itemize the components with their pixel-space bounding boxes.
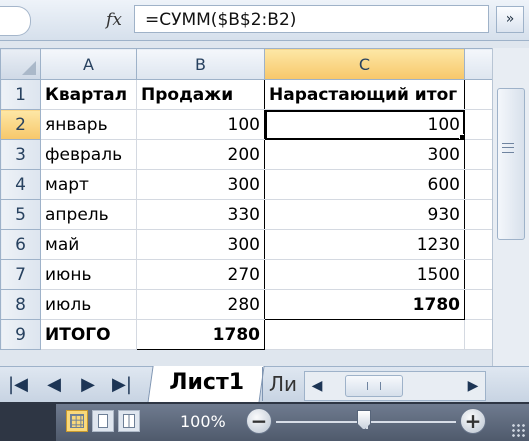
name-box[interactable] [0, 6, 31, 36]
formula-bar: fx =СУММ($B$2:B2) » [0, 0, 529, 41]
cell-a6[interactable]: май [40, 229, 137, 260]
zoom-slider-handle[interactable] [357, 410, 371, 430]
select-all-corner[interactable] [0, 48, 41, 80]
zoom-in-icon[interactable]: + [460, 408, 486, 434]
resize-grip-icon[interactable] [511, 423, 525, 437]
cell-d7[interactable] [464, 259, 493, 290]
column-header-b[interactable]: B [136, 48, 265, 80]
spreadsheet-window: fx =СУММ($B$2:B2) » A B C 1 Квартал Прод… [0, 0, 529, 441]
scroll-prev-icon[interactable]: ◀ [38, 367, 70, 403]
horizontal-scrollbar[interactable]: ◀ ▶ [304, 371, 486, 401]
row-header[interactable]: 2 [0, 109, 41, 140]
table-row: 4 март 300 600 [0, 169, 493, 200]
vertical-scroll-thumb[interactable] [497, 88, 525, 240]
row-header[interactable]: 4 [0, 169, 41, 200]
vertical-scrollbar[interactable] [492, 48, 529, 366]
table-row: 5 апрель 330 930 [0, 199, 493, 230]
table-row: 9 ИТОГО 1780 [0, 319, 493, 350]
cell-b3[interactable]: 200 [136, 139, 265, 170]
cell-b7[interactable]: 270 [136, 259, 265, 290]
status-bar-controls: 100% − + [56, 404, 529, 441]
cell-a1[interactable]: Квартал [40, 79, 137, 110]
row-header[interactable]: 9 [0, 319, 41, 350]
table-row: 7 июнь 270 1500 [0, 259, 493, 290]
row-header[interactable]: 6 [0, 229, 41, 260]
cell-b8[interactable]: 280 [136, 289, 265, 320]
sheet-tab-active[interactable]: Лист1 [147, 366, 265, 403]
cell-c8[interactable]: 1780 [264, 289, 465, 320]
table-row: 2 январь 100 100 [0, 109, 493, 140]
scroll-next-icon[interactable]: ▶ [72, 367, 104, 403]
cell-c2[interactable]: 100 [264, 109, 465, 140]
row-header[interactable]: 1 [0, 79, 41, 110]
cell-b4[interactable]: 300 [136, 169, 265, 200]
cell-c9[interactable] [264, 319, 465, 350]
column-header-row: A B C [0, 48, 493, 80]
scroll-grip-icon [502, 143, 514, 153]
cell-b1[interactable]: Продажи [136, 79, 265, 110]
normal-view-icon[interactable] [66, 410, 88, 432]
cell-a7[interactable]: июнь [40, 259, 137, 290]
sheet-tab-bar: |◀ ◀ ▶ ▶| Лист1 Ли ◀ ▶ [0, 366, 529, 403]
row-header[interactable]: 8 [0, 289, 41, 320]
sheet-tab-label: Лист1 [168, 370, 244, 395]
cell-b9[interactable]: 1780 [136, 319, 265, 350]
fx-icon[interactable]: fx [96, 8, 132, 32]
cell-a3[interactable]: февраль [40, 139, 137, 170]
cell-d4[interactable] [464, 169, 493, 200]
cell-a8[interactable]: июль [40, 289, 137, 320]
cell-c1[interactable]: Нарастающий итог [264, 79, 465, 110]
status-bar: 100% − + [0, 402, 529, 441]
cell-d5[interactable] [464, 199, 493, 230]
cell-c7[interactable]: 1500 [264, 259, 465, 290]
page-break-icon[interactable] [118, 410, 140, 432]
cell-a5[interactable]: апрель [40, 199, 137, 230]
zoom-level-label[interactable]: 100% [180, 410, 226, 434]
cell-b2[interactable]: 100 [136, 109, 265, 140]
column-header-a[interactable]: A [40, 48, 137, 80]
page-layout-icon[interactable] [92, 410, 114, 432]
expand-formula-icon[interactable]: » [496, 6, 524, 33]
cell-a2[interactable]: январь [40, 109, 137, 140]
column-header-c[interactable]: C [264, 48, 465, 80]
scroll-first-icon[interactable]: |◀ [2, 367, 34, 403]
scroll-right-icon[interactable]: ▶ [461, 372, 485, 400]
cell-a9[interactable]: ИТОГО [40, 319, 137, 350]
column-header-blank[interactable] [464, 48, 493, 80]
cell-c4[interactable]: 600 [264, 169, 465, 200]
cell-d3[interactable] [464, 139, 493, 170]
scroll-last-icon[interactable]: ▶| [106, 367, 138, 403]
cell-c6[interactable]: 1230 [264, 229, 465, 260]
cell-c3[interactable]: 300 [264, 139, 465, 170]
worksheet-grid: A B C 1 Квартал Продажи Нарастающий итог… [0, 48, 493, 350]
table-row: 3 февраль 200 300 [0, 139, 493, 170]
table-row: 6 май 300 1230 [0, 229, 493, 260]
row-header[interactable]: 3 [0, 139, 41, 170]
table-row: 1 Квартал Продажи Нарастающий итог [0, 79, 493, 110]
horizontal-scroll-thumb[interactable] [345, 375, 403, 397]
cell-d9[interactable] [464, 319, 493, 350]
cell-c5[interactable]: 930 [264, 199, 465, 230]
cell-d6[interactable] [464, 229, 493, 260]
table-row: 8 июль 280 1780 [0, 289, 493, 320]
cell-b6[interactable]: 300 [136, 229, 265, 260]
formula-input[interactable]: =СУММ($B$2:B2) [134, 5, 489, 33]
cell-a4[interactable]: март [40, 169, 137, 200]
row-header[interactable]: 5 [0, 199, 41, 230]
cell-b5[interactable]: 330 [136, 199, 265, 230]
zoom-out-icon[interactable]: − [246, 408, 272, 434]
cell-d8[interactable] [464, 289, 493, 320]
cell-d1[interactable] [464, 79, 493, 110]
row-header[interactable]: 7 [0, 259, 41, 290]
cell-d2[interactable] [464, 109, 493, 140]
scroll-left-icon[interactable]: ◀ [305, 372, 329, 400]
